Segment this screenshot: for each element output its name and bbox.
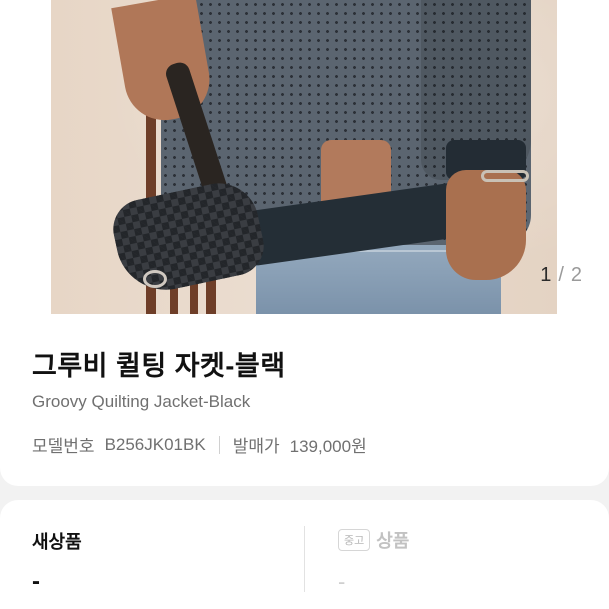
product-info-card: 그루비 퀼팅 자켓-블랙 Groovy Quilting Jacket-Blac…	[0, 314, 609, 486]
option-used-value: -	[338, 569, 346, 594]
release-price-label: 발매가	[232, 437, 280, 456]
option-used-label: 상품	[376, 531, 410, 551]
model-number-value: B256JK01BK	[104, 434, 206, 454]
product-image-carousel[interactable]: 1/2	[0, 0, 609, 314]
option-new[interactable]: 새상품 -	[32, 528, 82, 596]
option-new-label: 새상품	[32, 532, 82, 552]
model-number-label: 모델번호	[32, 437, 95, 456]
options-divider	[304, 526, 305, 592]
product-subtitle: Groovy Quilting Jacket-Black	[32, 392, 251, 411]
photo-bag-ring	[143, 270, 167, 288]
image-counter-current: 1	[540, 264, 553, 286]
used-tag-badge: 중고	[338, 529, 371, 551]
meta-divider	[218, 435, 220, 454]
option-used[interactable]: 중고 상품 -	[338, 527, 409, 595]
option-used-header: 중고 상품	[338, 527, 409, 553]
option-new-value: -	[32, 568, 40, 595]
image-counter: 1/2	[540, 264, 583, 287]
image-counter-separator: /	[558, 264, 565, 286]
image-counter-total: 2	[570, 264, 583, 286]
product-title: 그루비 퀼팅 자켓-블랙	[32, 351, 286, 381]
condition-options: 새상품 - 중고 상품 -	[0, 500, 609, 609]
release-price-value: 139,000원	[289, 437, 367, 456]
photo-hand	[446, 170, 526, 280]
product-meta: 모델번호 B256JK01BK 발매가 139,000원	[32, 432, 367, 457]
product-photo[interactable]	[51, 0, 557, 314]
product-page: 1/2 그루비 퀼팅 자켓-블랙 Groovy Quilting Jacket-…	[0, 0, 609, 609]
photo-bracelet	[481, 170, 529, 182]
